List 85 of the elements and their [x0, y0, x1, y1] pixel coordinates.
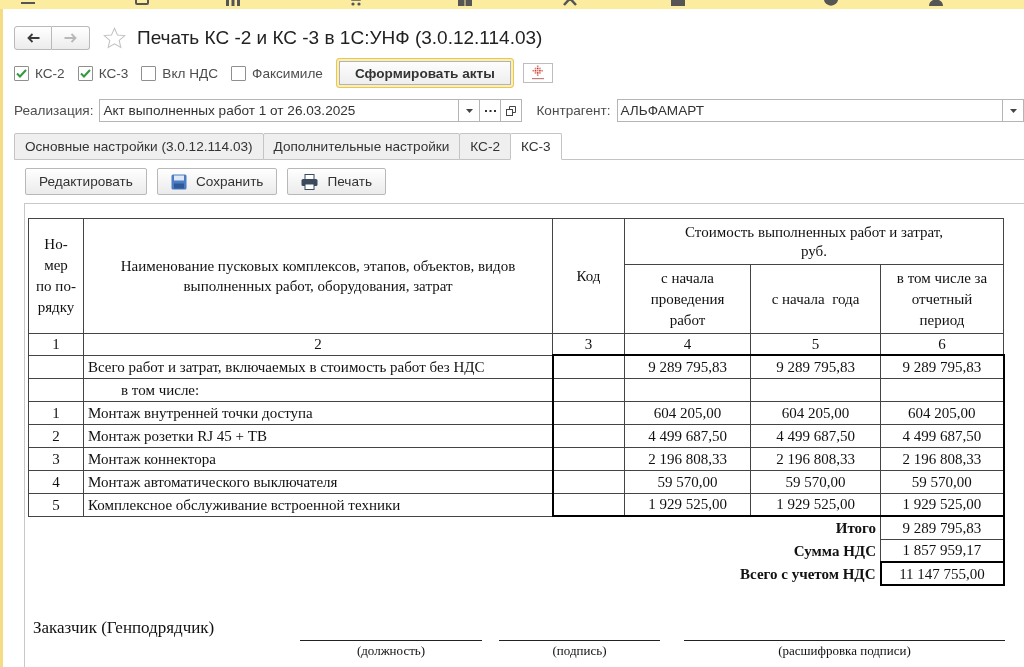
- signature-label: Заказчик (Генподрядчик): [33, 618, 215, 637]
- tools-icon[interactable]: [562, 0, 578, 6]
- table-cell: 2 196 808,33: [750, 447, 881, 470]
- line-caption: (должность): [356, 643, 426, 658]
- coin-icon[interactable]: [823, 0, 839, 6]
- column-header: Наименование пусковых комплексов, этапов, объектов, видов выполненных работ, оборудования, затрат: [83, 218, 553, 334]
- total-label: Сумма НДС: [793, 542, 876, 559]
- table-cell: 4: [28, 470, 84, 493]
- total-value: 11 147 755,00: [880, 562, 1004, 585]
- column-number: 1: [28, 333, 84, 355]
- total-label: Итого: [835, 520, 876, 536]
- bar-chart-icon[interactable]: [225, 0, 241, 6]
- line-caption: (расшифровка подписи): [778, 643, 911, 658]
- boxes-icon[interactable]: [457, 0, 473, 6]
- column-header: Но- мер по по- рядку: [28, 218, 84, 334]
- forward-arrow-icon: [64, 33, 77, 43]
- dropdown-button[interactable]: [1003, 99, 1024, 122]
- checkbox-label: Вкл НДС: [162, 65, 219, 81]
- table-cell: 9 289 795,83: [750, 355, 881, 378]
- open-button[interactable]: [501, 99, 523, 122]
- column-header: в том числе за отчетный период: [880, 264, 1004, 334]
- checkbox[interactable]: [14, 65, 29, 81]
- column-number: 2: [83, 333, 553, 355]
- table-cell: 2 196 808,33: [880, 447, 1004, 470]
- table-cell: 4 499 687,50: [624, 424, 751, 447]
- window-title: Печать КС -2 и КС -3 в 1С:УНФ (3.0.12.114.03): [137, 26, 543, 50]
- total-label: Всего с учетом НДС: [740, 565, 876, 582]
- table-cell: 604 205,00: [880, 401, 1004, 424]
- dropdown-button[interactable]: [459, 99, 481, 122]
- table-cell: 3: [28, 447, 84, 470]
- generate-button[interactable]: Сформировать акты: [335, 58, 514, 88]
- input-field[interactable]: АЛЬФАМАРТ: [616, 99, 1003, 122]
- edit-button[interactable]: Редактировать: [25, 168, 147, 195]
- tab[interactable]: Дополнительные настройки: [262, 133, 461, 160]
- column-header: с начала года: [750, 264, 881, 334]
- checkbox-label: КС-3: [98, 65, 129, 81]
- open-window-icon: [506, 105, 517, 116]
- checkbox[interactable]: [231, 65, 247, 81]
- print-button[interactable]: Печать: [287, 168, 386, 195]
- logo-icon[interactable]: [522, 63, 553, 83]
- card-icon[interactable]: [134, 0, 150, 6]
- checkbox[interactable]: [77, 65, 93, 81]
- table-cell: 1 929 525,00: [750, 493, 881, 516]
- checkmark-icon: [16, 68, 27, 78]
- checkbox-label: Факсимиле: [252, 65, 323, 81]
- factory-icon[interactable]: [670, 0, 686, 6]
- table-cell: 4 499 687,50: [880, 424, 1004, 447]
- table-cell: 604 205,00: [750, 401, 881, 424]
- total-value: 1 857 959,17: [880, 539, 1004, 562]
- checkbox[interactable]: [141, 65, 157, 81]
- tab[interactable]: Основные настройки (3.0.12.114.03): [14, 133, 264, 160]
- field-label: Реализация:: [14, 103, 94, 118]
- checkbox-label: КС-2: [35, 65, 65, 81]
- dropdown-arrow-icon: [1009, 108, 1017, 113]
- printer-icon: [301, 173, 319, 190]
- person-icon[interactable]: [928, 0, 944, 6]
- table-cell: 9 289 795,83: [624, 355, 751, 378]
- table-cell: 2 196 808,33: [624, 447, 751, 470]
- table-cell: 59 570,00: [624, 470, 751, 493]
- input-field[interactable]: Акт выполненных работ 1 от 26.03.2025: [99, 99, 460, 122]
- tab[interactable]: КС-2: [459, 133, 511, 160]
- table-cell: 4 499 687,50: [750, 424, 881, 447]
- table-cell: 9 289 795,83: [880, 355, 1004, 378]
- table-cell: 59 570,00: [750, 470, 881, 493]
- ellipsis-icon: [484, 109, 496, 112]
- table-cell: 1: [28, 401, 84, 424]
- table-cell: 5: [28, 493, 84, 516]
- column-header: Стоимость выполненных работ и затрат, руб.: [624, 218, 1004, 265]
- table-cell: 1 929 525,00: [880, 493, 1004, 516]
- table-cell: 604 205,00: [624, 401, 751, 424]
- back-arrow-icon: [26, 33, 40, 43]
- table-cell: 59 570,00: [880, 470, 1004, 493]
- back-button[interactable]: [14, 26, 52, 50]
- table-cell: 1 929 525,00: [624, 493, 751, 516]
- star-icon[interactable]: [103, 27, 126, 49]
- dropdown-arrow-icon: [465, 108, 473, 113]
- field-label: Контрагент:: [536, 103, 611, 118]
- line-caption: (подпись): [552, 643, 607, 658]
- tab[interactable]: КС-3: [510, 133, 562, 160]
- column-header: с начала проведения работ: [624, 264, 751, 334]
- checkmark-icon: [79, 68, 91, 78]
- table-cell: 2: [28, 424, 84, 447]
- column-header: Код: [552, 218, 625, 334]
- total-value: 9 289 795,83: [880, 516, 1004, 539]
- save-button[interactable]: Сохранить: [156, 168, 278, 195]
